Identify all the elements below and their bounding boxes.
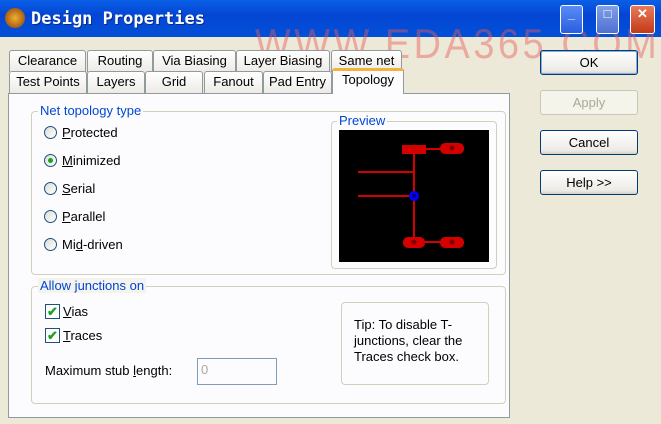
cancel-button[interactable]: Cancel	[540, 130, 638, 155]
radio-label: Parallel	[62, 209, 106, 224]
tab-clearance[interactable]: Clearance	[9, 50, 86, 72]
traces-checkbox[interactable]: ✔ Traces	[45, 328, 102, 343]
radio-mid-driven[interactable]: Mid-driven	[44, 237, 123, 252]
tab-pad-entry[interactable]: Pad Entry	[263, 71, 332, 93]
tab-test-points[interactable]: Test Points	[9, 71, 87, 93]
preview-label: Preview	[337, 113, 388, 128]
tab-routing[interactable]: Routing	[87, 50, 153, 72]
tab-topology[interactable]: Topology	[332, 68, 404, 94]
radio-label: Protected	[62, 125, 118, 140]
radio-circle[interactable]	[44, 238, 57, 251]
radio-label: Minimized	[62, 153, 121, 168]
tip-line: Tip: To disable T-	[354, 317, 453, 332]
stub-length-input[interactable]: 0	[197, 358, 277, 385]
checkmark-icon[interactable]: ✔	[45, 304, 60, 319]
vias-label: Vias	[63, 304, 89, 319]
radio-minimized[interactable]: Minimized	[44, 153, 121, 168]
apply-button[interactable]: Apply	[540, 90, 638, 115]
radio-label: Serial	[62, 181, 96, 196]
radio-serial[interactable]: Serial	[44, 181, 95, 196]
net-topology-label: Net topology type	[38, 103, 144, 118]
close-button[interactable]: ✕	[630, 5, 655, 34]
radio-circle[interactable]	[44, 126, 57, 139]
radio-circle[interactable]	[44, 154, 57, 167]
radio-circle[interactable]	[44, 210, 57, 223]
window-title: Design Properties	[31, 9, 205, 29]
radio-protected[interactable]: Protected	[44, 125, 118, 140]
app-icon	[5, 8, 25, 28]
tip-line: junctions, clear the	[354, 333, 463, 348]
topology-preview	[339, 130, 489, 262]
tip-line: Traces check box.	[354, 349, 460, 364]
title-bar: Design Properties WWW.EDA365.COM _ □ ✕	[0, 0, 661, 67]
tab-layers[interactable]: Layers	[87, 71, 145, 93]
stub-length-label: Maximum stub length:	[45, 363, 173, 378]
tab-grid[interactable]: Grid	[145, 71, 203, 93]
radio-label: Mid-driven	[62, 237, 123, 252]
vias-checkbox[interactable]: ✔ Vias	[45, 304, 88, 319]
tab-via-biasing[interactable]: Via Biasing	[153, 50, 236, 72]
checkmark-icon[interactable]: ✔	[45, 328, 60, 343]
radio-parallel[interactable]: Parallel	[44, 209, 105, 224]
source-pad	[402, 145, 426, 154]
tab-layer-biasing[interactable]: Layer Biasing	[236, 50, 330, 72]
traces-label: Traces	[63, 328, 103, 343]
help-button[interactable]: Help >>	[540, 170, 638, 195]
junctions-label: Allow junctions on	[38, 278, 147, 293]
minimize-button[interactable]: _	[560, 5, 583, 34]
radio-circle[interactable]	[44, 182, 57, 195]
ok-button[interactable]: OK	[540, 50, 638, 75]
maximize-button[interactable]: □	[596, 5, 619, 34]
tip-box: Tip: To disable T- junctions, clear the …	[341, 302, 489, 385]
tab-fanout[interactable]: Fanout	[204, 71, 263, 93]
